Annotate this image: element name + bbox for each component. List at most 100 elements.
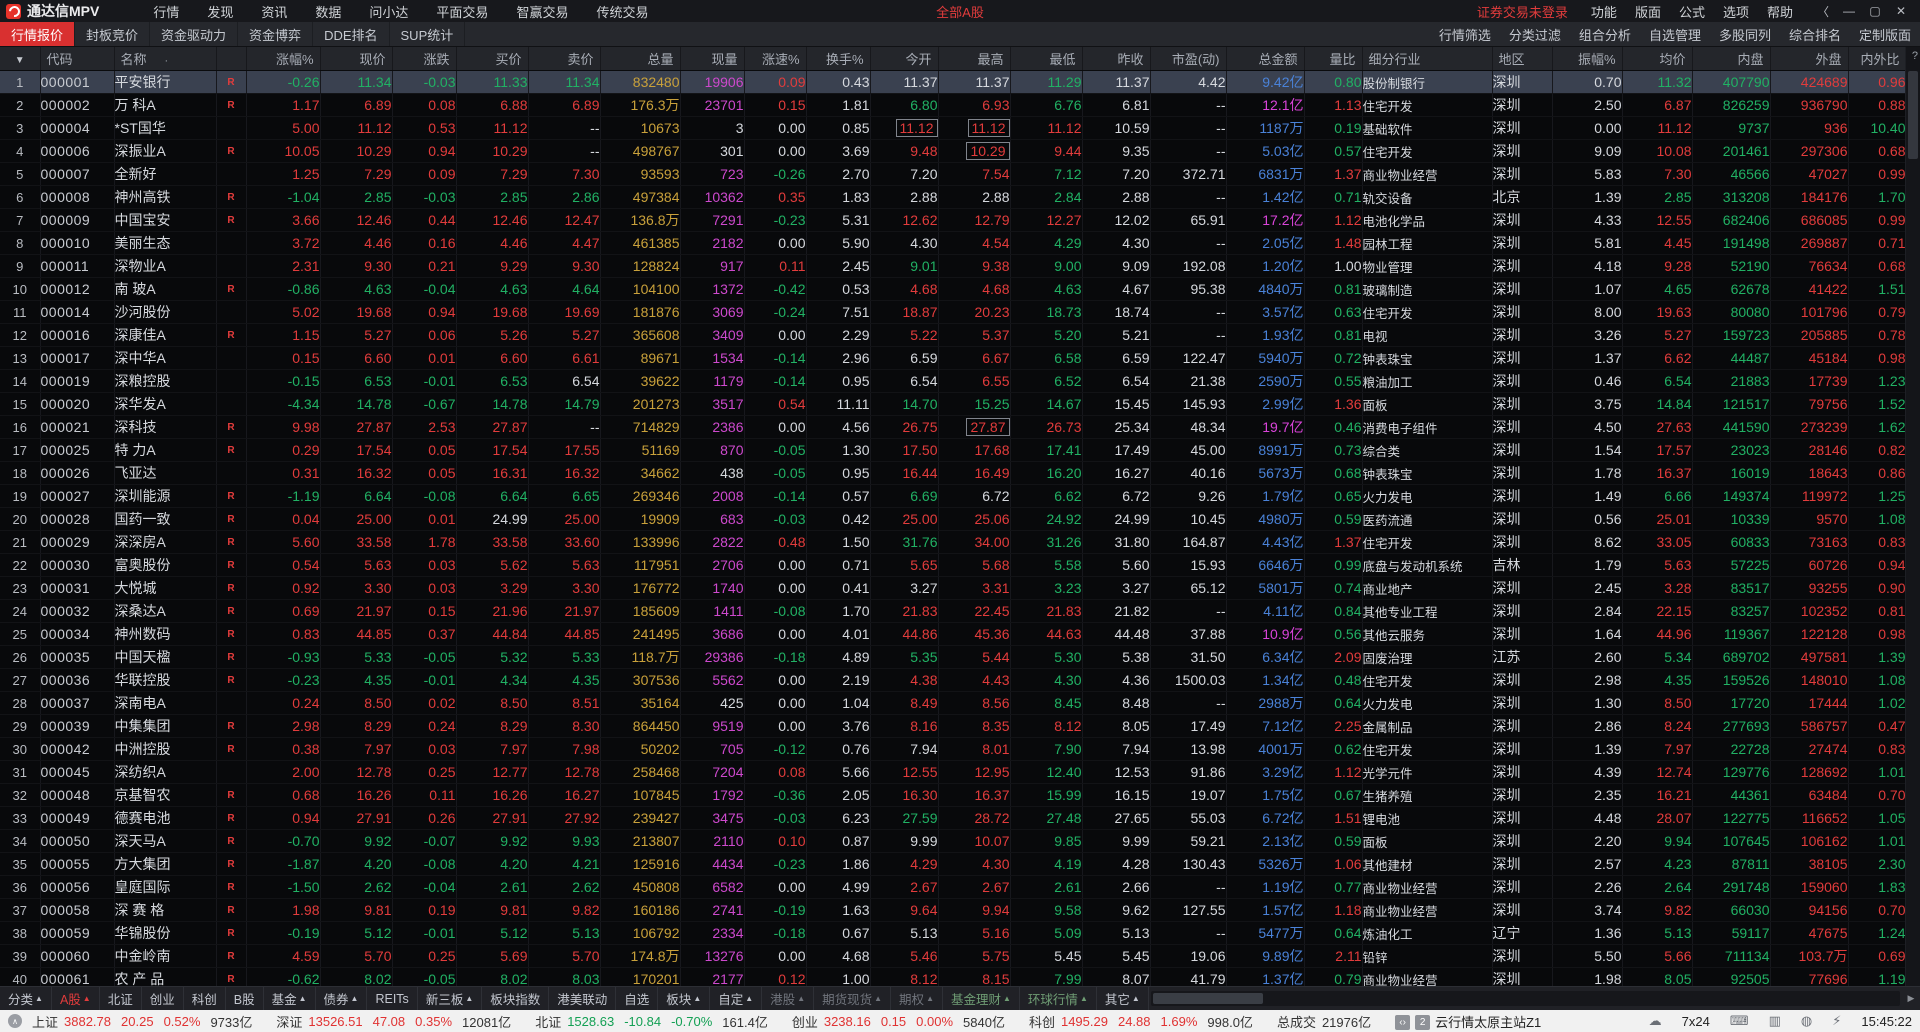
menu-right-item-3[interactable]: 选项 bbox=[1714, 2, 1758, 21]
market-tab-基金[interactable]: 基金▲ bbox=[264, 987, 316, 1010]
flash-icon[interactable]: ⚡ bbox=[1832, 1013, 1841, 1029]
market-tab-北证[interactable]: 北证 bbox=[100, 987, 142, 1010]
market-tab-创业[interactable]: 创业 bbox=[142, 987, 184, 1010]
vertical-scrollbar-thumb[interactable] bbox=[1908, 71, 1918, 159]
filter-dropdown-icon[interactable]: ▼ bbox=[15, 55, 25, 66]
market-tab-期货现货[interactable]: 期货现货▲ bbox=[814, 987, 891, 1010]
table-row[interactable]: 40000061农 产 品R-0.628.02-0.058.028.031702… bbox=[0, 968, 1906, 987]
col-header-inner[interactable]: 内盘 bbox=[1692, 47, 1770, 71]
index-科创[interactable]: 科创1495.2924.881.69%998.0亿 bbox=[1029, 1012, 1263, 1031]
table-row[interactable]: 2000002万 科AR1.176.890.086.886.89176.3万23… bbox=[0, 94, 1906, 117]
market-tab-新三板[interactable]: 新三板▲ bbox=[418, 987, 482, 1010]
col-header-prev[interactable]: 昨收 bbox=[1082, 47, 1150, 71]
cloud-icon[interactable]: ☁ bbox=[1649, 1013, 1662, 1029]
market-tab-B股[interactable]: B股 bbox=[226, 987, 264, 1010]
col-header-vol[interactable]: 总量 bbox=[600, 47, 680, 71]
col-header-industry[interactable]: 细分行业 bbox=[1362, 47, 1492, 71]
table-row[interactable]: 5000007全新好1.257.290.097.297.3093593723-0… bbox=[0, 163, 1906, 186]
toolbar-tab-0[interactable]: 行情报价 bbox=[0, 22, 75, 46]
table-row[interactable]: 18000026飞亚达0.3116.320.0516.3116.32346624… bbox=[0, 462, 1906, 485]
table-row[interactable]: 28000037深南电A0.248.500.028.508.5135164425… bbox=[0, 692, 1906, 715]
table-row[interactable]: 8000010美丽生态3.724.460.164.464.47461385218… bbox=[0, 232, 1906, 255]
col-header-avg[interactable]: 均价 bbox=[1622, 47, 1692, 71]
toolbar-tab-3[interactable]: 资金博弈 bbox=[238, 22, 313, 46]
table-row[interactable]: 33000049德赛电池R0.9427.910.2627.9127.922394… bbox=[0, 807, 1906, 830]
col-header-chg[interactable]: 涨跌 bbox=[392, 47, 456, 71]
table-row[interactable]: 24000032深桑达AR0.6921.970.1521.9621.971856… bbox=[0, 600, 1906, 623]
col-header-ratio[interactable]: 内外比 bbox=[1848, 47, 1906, 71]
col-header-high[interactable]: 最高 bbox=[938, 47, 1010, 71]
table-row[interactable]: 15000020深华发A-4.3414.78-0.6714.7814.79201… bbox=[0, 393, 1906, 416]
table-row[interactable]: 1000001平安银行R-0.2611.34-0.0311.3311.34832… bbox=[0, 71, 1906, 94]
toolbar-link-6[interactable]: 定制版面 bbox=[1850, 22, 1920, 46]
table-row[interactable]: 31000045深纺织A2.0012.780.2512.7712.7825846… bbox=[0, 761, 1906, 784]
table-row[interactable]: 32000048京基智农R0.6816.260.1116.2616.271078… bbox=[0, 784, 1906, 807]
horizontal-scrollbar[interactable] bbox=[1151, 991, 1900, 1006]
market-tab-自定[interactable]: 自定▲ bbox=[710, 987, 762, 1010]
table-row[interactable]: 3000004*ST国华5.0011.120.5311.12--1067330.… bbox=[0, 117, 1906, 140]
market-tab-自选[interactable]: 自选 bbox=[616, 987, 658, 1010]
menu-item-6[interactable]: 智赢交易 bbox=[502, 2, 582, 21]
toolbar-link-2[interactable]: 组合分析 bbox=[1570, 22, 1640, 46]
market-tab-REITs[interactable]: REITs bbox=[367, 987, 417, 1010]
index-深证[interactable]: 深证13526.5147.080.35%12081亿 bbox=[276, 1012, 521, 1031]
login-status[interactable]: 证券交易未登录 bbox=[1477, 2, 1568, 21]
table-row[interactable]: 30000042中洲控股R0.387.970.037.977.985020270… bbox=[0, 738, 1906, 761]
table-row[interactable]: 25000034神州数码R0.8344.850.3744.8444.852414… bbox=[0, 623, 1906, 646]
index-创业[interactable]: 创业3238.160.150.00%5840亿 bbox=[792, 1012, 1015, 1031]
table-row[interactable]: 17000025特 力AR0.2917.540.0517.5417.555116… bbox=[0, 439, 1906, 462]
menu-item-4[interactable]: 问小达 bbox=[355, 2, 422, 21]
col-header-low[interactable]: 最低 bbox=[1010, 47, 1082, 71]
table-row[interactable]: 34000050深天马AR-0.709.92-0.079.929.9321380… bbox=[0, 830, 1906, 853]
menu-right-item-2[interactable]: 公式 bbox=[1670, 2, 1714, 21]
table-row[interactable]: 11000014沙河股份5.0219.680.9419.6819.6918187… bbox=[0, 301, 1906, 324]
menu-item-1[interactable]: 发现 bbox=[193, 2, 247, 21]
table-row[interactable]: 39000060中金岭南R4.595.700.255.695.70174.8万1… bbox=[0, 945, 1906, 968]
toolbar-tab-1[interactable]: 封板竞价 bbox=[75, 22, 150, 46]
col-header-code[interactable]: 代码 bbox=[40, 47, 114, 71]
menu-right-item-0[interactable]: 功能 bbox=[1582, 2, 1626, 21]
table-row[interactable]: 23000031大悦城R0.923.300.033.293.3017677217… bbox=[0, 577, 1906, 600]
col-header-amount[interactable]: 总金额 bbox=[1226, 47, 1304, 71]
col-header-speed[interactable]: 涨速% bbox=[744, 47, 806, 71]
col-header-rownum[interactable]: ▼ bbox=[0, 47, 40, 71]
table-row[interactable]: 14000019深粮控股-0.156.53-0.016.536.54396221… bbox=[0, 370, 1906, 393]
keyboard-icon[interactable]: ⌨ bbox=[1730, 1013, 1749, 1029]
table-row[interactable]: 6000008神州高铁R-1.042.85-0.032.852.86497384… bbox=[0, 186, 1906, 209]
menu-right-item-4[interactable]: 帮助 bbox=[1758, 2, 1802, 21]
table-row[interactable]: 37000058深 赛 格R1.989.810.199.819.82160186… bbox=[0, 899, 1906, 922]
scroll-right-button[interactable]: ▶ bbox=[1902, 987, 1920, 1010]
col-header-volratio[interactable]: 量比 bbox=[1304, 47, 1362, 71]
col-header-cur[interactable]: 现量 bbox=[680, 47, 744, 71]
table-row[interactable]: 20000028国药一致R0.0425.000.0124.9925.001990… bbox=[0, 508, 1906, 531]
close-icon[interactable]: ✕ bbox=[1888, 4, 1914, 18]
menu-right-item-1[interactable]: 版面 bbox=[1626, 2, 1670, 21]
toolbar-link-5[interactable]: 综合排名 bbox=[1780, 22, 1850, 46]
minimize-icon[interactable]: — bbox=[1836, 4, 1862, 18]
col-header-region[interactable]: 地区 bbox=[1492, 47, 1552, 71]
table-row[interactable]: 22000030富奥股份R0.545.630.035.625.631179512… bbox=[0, 554, 1906, 577]
market-tab-分类[interactable]: 分类▲ bbox=[0, 987, 52, 1010]
index-上证[interactable]: 上证3882.7820.250.52%9733亿 bbox=[32, 1012, 262, 1031]
col-header-rflag[interactable] bbox=[216, 47, 246, 71]
market-tab-债券[interactable]: 债券▲ bbox=[316, 987, 368, 1010]
status-badge-0[interactable]: ‹› bbox=[1395, 1015, 1410, 1030]
market-tab-期权[interactable]: 期权▲ bbox=[891, 987, 943, 1010]
status-badge-1[interactable]: 2 bbox=[1415, 1015, 1430, 1030]
table-row[interactable]: 7000009中国宝安R3.6612.460.4412.4612.47136.8… bbox=[0, 209, 1906, 232]
col-header-amp[interactable]: 振幅% bbox=[1552, 47, 1622, 71]
table-row[interactable]: 9000011深物业A2.319.300.219.299.30128824917… bbox=[0, 255, 1906, 278]
menu-item-0[interactable]: 行情 bbox=[139, 2, 193, 21]
vertical-scrollbar[interactable]: ? bbox=[1905, 47, 1920, 986]
toolbar-link-4[interactable]: 多股同列 bbox=[1710, 22, 1780, 46]
toolbar-link-0[interactable]: 行情筛选 bbox=[1430, 22, 1500, 46]
hotkey-icon[interactable]: ◍ bbox=[1801, 1013, 1812, 1029]
menu-item-2[interactable]: 资讯 bbox=[247, 2, 301, 21]
col-header-open[interactable]: 今开 bbox=[870, 47, 938, 71]
board-icon[interactable]: ▥ bbox=[1769, 1013, 1781, 1029]
market-tab-港美联动[interactable]: 港美联动 bbox=[549, 987, 616, 1010]
table-row[interactable]: 16000021深科技R9.9827.872.5327.87--71482923… bbox=[0, 416, 1906, 439]
expand-icon[interactable]: ∧ bbox=[8, 1014, 22, 1028]
col-header-price[interactable]: 现价 bbox=[320, 47, 392, 71]
col-header-name[interactable]: 名称· bbox=[114, 47, 216, 71]
